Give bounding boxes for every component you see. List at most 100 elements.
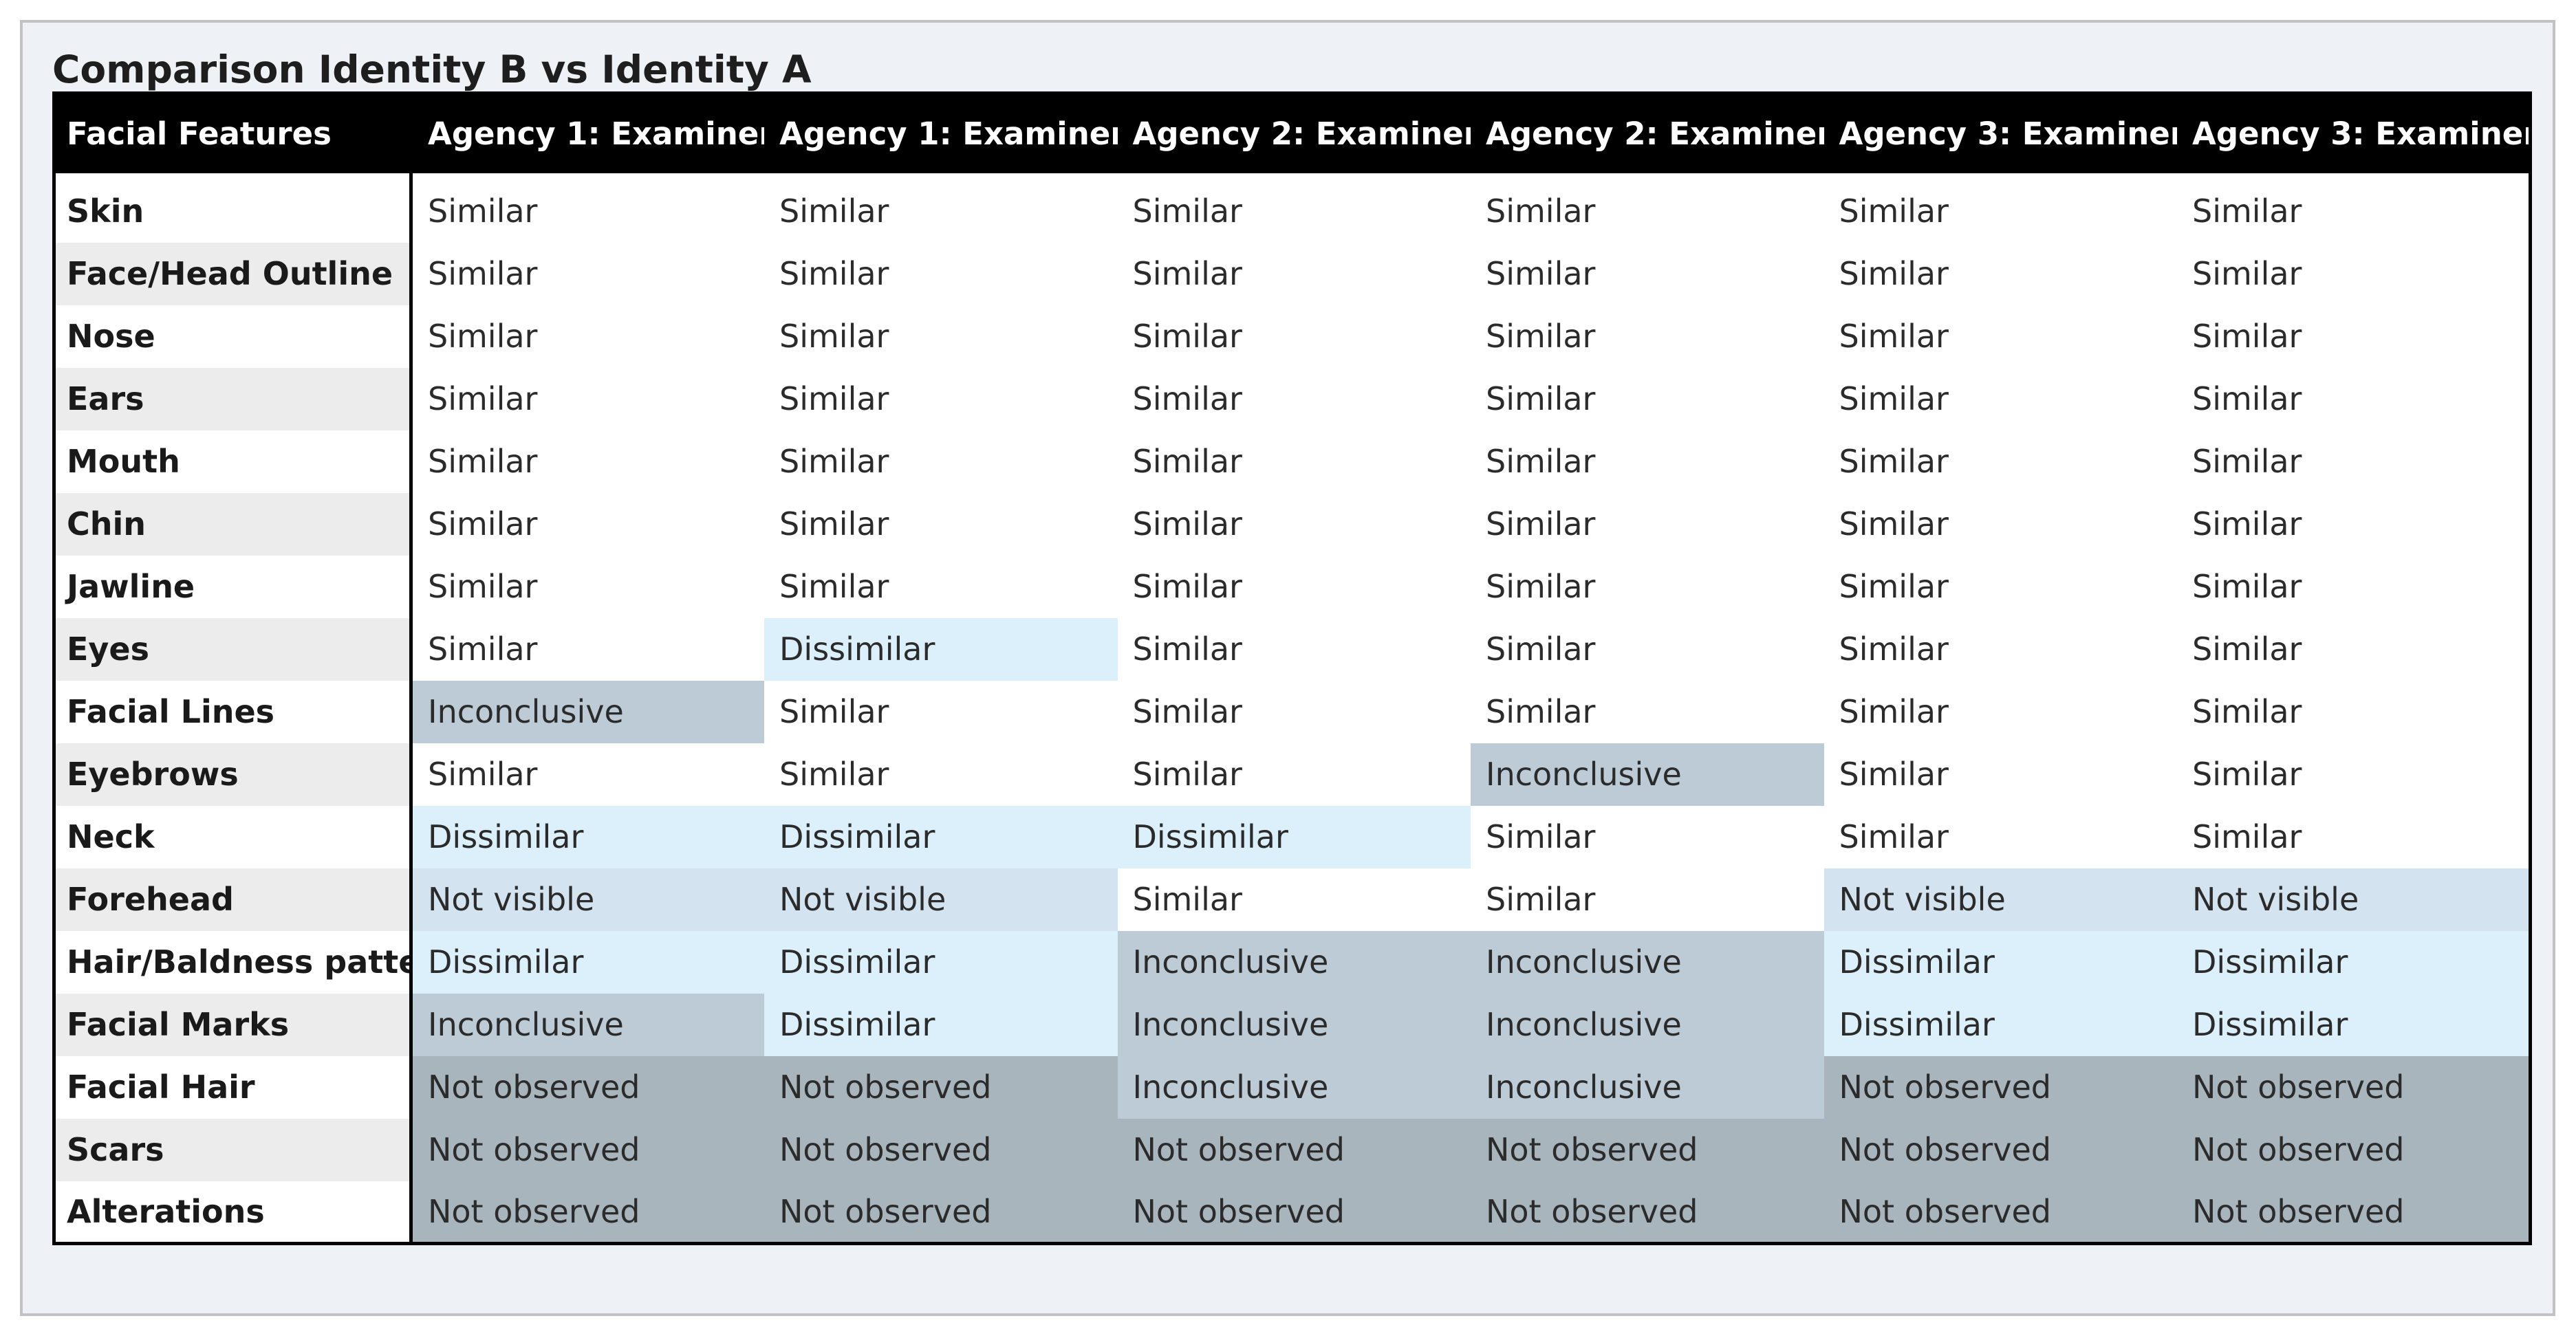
table-body: Skin Similar Similar Similar Similar Similar S… bbox=[54, 173, 2531, 1244]
assessment-cell: Similar bbox=[1117, 179, 1471, 243]
column-header-facial-features: Facial Features bbox=[54, 93, 413, 173]
assessment-cell: Similar bbox=[411, 492, 764, 556]
assessment-cell: Not observed bbox=[1823, 1118, 2177, 1181]
column-header-agency-1-examiner-1: Agency 1: Examiner 1 bbox=[411, 93, 764, 173]
header-spacer-row bbox=[54, 173, 2531, 180]
assessment-cell: Similar bbox=[1471, 492, 1824, 556]
comparison-table: Facial Features Agency 1: Examiner 1 Age… bbox=[52, 91, 2532, 1245]
assessment-cell: Similar bbox=[1471, 430, 1824, 493]
feature-label: Facial Hair bbox=[54, 1055, 413, 1119]
assessment-cell: Similar bbox=[2177, 242, 2531, 305]
assessment-cell: Dissimilar bbox=[764, 930, 1118, 994]
assessment-cell: Inconclusive bbox=[1117, 930, 1471, 994]
assessment-cell: Not observed bbox=[764, 1118, 1118, 1181]
assessment-cell: Inconclusive bbox=[1471, 993, 1824, 1056]
assessment-cell: Inconclusive bbox=[1471, 930, 1824, 994]
table-row: Eyes Similar Dissimilar Similar Similar Simil… bbox=[54, 617, 2531, 681]
table-row: Scars Not observed Not observed Not observe… bbox=[54, 1118, 2531, 1181]
table-row: Skin Similar Similar Similar Similar Similar S… bbox=[54, 179, 2531, 243]
assessment-cell: Similar bbox=[1471, 242, 1824, 305]
assessment-cell: Similar bbox=[764, 680, 1118, 743]
assessment-cell: Not observed bbox=[1117, 1118, 1471, 1181]
assessment-cell: Similar bbox=[764, 555, 1118, 618]
assessment-cell: Not observed bbox=[764, 1181, 1118, 1244]
assessment-cell: Dissimilar bbox=[1823, 930, 2177, 994]
assessment-cell: Not observed bbox=[1117, 1181, 1471, 1244]
comparison-panel: Comparison Identity B vs Identity A Faci… bbox=[20, 20, 2555, 1316]
assessment-cell: Inconclusive bbox=[1471, 743, 1824, 806]
table-row: Forehead Not visible Not visible Similar Sim… bbox=[54, 868, 2531, 931]
feature-label: Facial Marks bbox=[54, 993, 413, 1056]
assessment-cell: Similar bbox=[1823, 430, 2177, 493]
table-row: Ears Similar Similar Similar Similar Similar S… bbox=[54, 367, 2531, 430]
feature-label: Skin bbox=[54, 179, 413, 243]
assessment-cell: Not observed bbox=[411, 1118, 764, 1181]
feature-label: Face/Head Outline bbox=[54, 242, 413, 305]
assessment-cell: Similar bbox=[1471, 305, 1824, 368]
assessment-cell: Similar bbox=[2177, 179, 2531, 243]
assessment-cell: Similar bbox=[1823, 242, 2177, 305]
assessment-cell: Dissimilar bbox=[2177, 993, 2531, 1056]
assessment-cell: Similar bbox=[764, 743, 1118, 806]
feature-label: Forehead bbox=[54, 868, 413, 931]
feature-label: Mouth bbox=[54, 430, 413, 493]
assessment-cell: Not observed bbox=[764, 1055, 1118, 1119]
assessment-cell: Inconclusive bbox=[411, 993, 764, 1056]
assessment-cell: Similar bbox=[1471, 555, 1824, 618]
feature-label: Alterations bbox=[54, 1181, 413, 1244]
assessment-cell: Similar bbox=[764, 492, 1118, 556]
assessment-cell: Not observed bbox=[1823, 1055, 2177, 1119]
feature-label: Facial Lines bbox=[54, 680, 413, 743]
feature-label: Chin bbox=[54, 492, 413, 556]
table-row: Jawline Similar Similar Similar Similar Simil… bbox=[54, 555, 2531, 618]
assessment-cell: Similar bbox=[411, 179, 764, 243]
assessment-cell: Not observed bbox=[2177, 1181, 2531, 1244]
assessment-cell: Similar bbox=[764, 430, 1118, 493]
assessment-cell: Similar bbox=[2177, 367, 2531, 430]
feature-label: Neck bbox=[54, 805, 413, 868]
assessment-cell: Similar bbox=[2177, 617, 2531, 681]
assessment-cell: Similar bbox=[2177, 492, 2531, 556]
assessment-cell: Inconclusive bbox=[1471, 1055, 1824, 1119]
table-row: Facial Lines Inconclusive Similar Similar Si… bbox=[54, 680, 2531, 743]
assessment-cell: Dissimilar bbox=[411, 930, 764, 994]
assessment-cell: Similar bbox=[2177, 305, 2531, 368]
assessment-cell: Similar bbox=[1117, 430, 1471, 493]
table-row: Eyebrows Similar Similar Similar Inconclusiv… bbox=[54, 743, 2531, 806]
table-row: Alterations Not observed Not observed Not o… bbox=[54, 1181, 2531, 1244]
assessment-cell: Similar bbox=[411, 367, 764, 430]
assessment-cell: Similar bbox=[1471, 367, 1824, 430]
table-row: Face/Head Outline Similar Similar Similar Si… bbox=[54, 242, 2531, 305]
assessment-cell: Similar bbox=[2177, 743, 2531, 806]
assessment-cell: Not visible bbox=[764, 868, 1118, 931]
assessment-cell: Similar bbox=[1117, 868, 1471, 931]
feature-label: Hair/Baldness pattern bbox=[54, 930, 413, 994]
column-header-agency-1-examiner-2: Agency 1: Examiner 2 bbox=[764, 93, 1118, 173]
assessment-cell: Similar bbox=[2177, 430, 2531, 493]
assessment-cell: Similar bbox=[1823, 680, 2177, 743]
assessment-cell: Similar bbox=[764, 305, 1118, 368]
assessment-cell: Similar bbox=[1823, 743, 2177, 806]
feature-label: Scars bbox=[54, 1118, 413, 1181]
assessment-cell: Similar bbox=[1117, 242, 1471, 305]
table-row: Chin Similar Similar Similar Similar Similar S… bbox=[54, 492, 2531, 556]
assessment-cell: Similar bbox=[1471, 179, 1824, 243]
assessment-cell: Not observed bbox=[2177, 1055, 2531, 1119]
assessment-cell: Dissimilar bbox=[1117, 805, 1471, 868]
assessment-cell: Similar bbox=[1117, 617, 1471, 681]
assessment-cell: Similar bbox=[1823, 492, 2177, 556]
assessment-cell: Similar bbox=[2177, 680, 2531, 743]
column-header-agency-2-examiner-2: Agency 2: Examiner 2 bbox=[1471, 93, 1824, 173]
assessment-cell: Similar bbox=[2177, 555, 2531, 618]
assessment-cell: Not visible bbox=[1823, 868, 2177, 931]
feature-label: Nose bbox=[54, 305, 413, 368]
assessment-cell: Similar bbox=[411, 743, 764, 806]
table-row: Neck Dissimilar Dissimilar Dissimilar Simila… bbox=[54, 805, 2531, 868]
assessment-cell: Similar bbox=[1471, 805, 1824, 868]
assessment-cell: Similar bbox=[1823, 367, 2177, 430]
assessment-cell: Similar bbox=[1117, 555, 1471, 618]
assessment-cell: Dissimilar bbox=[764, 993, 1118, 1056]
assessment-cell: Similar bbox=[1823, 555, 2177, 618]
assessment-cell: Not visible bbox=[2177, 868, 2531, 931]
assessment-cell: Similar bbox=[1117, 743, 1471, 806]
